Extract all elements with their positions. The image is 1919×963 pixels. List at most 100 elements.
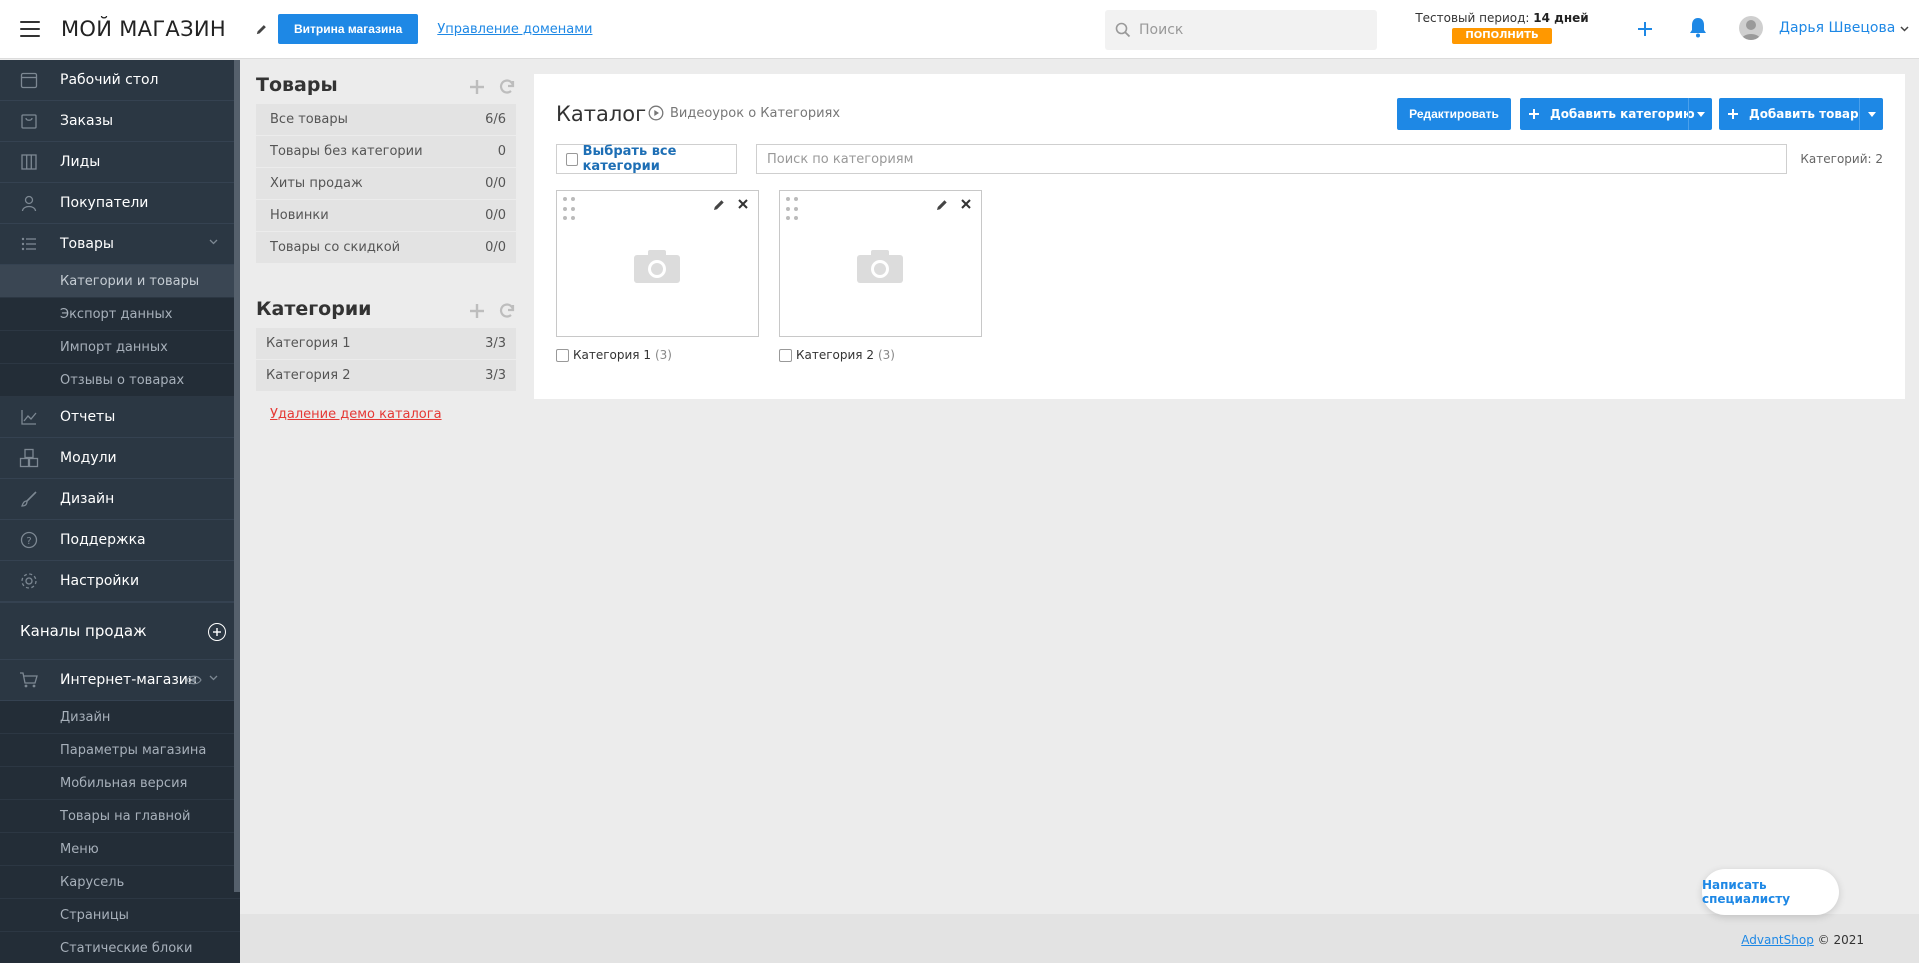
sidebar-item-products[interactable]: Товары xyxy=(0,224,240,265)
add-channel-icon[interactable] xyxy=(208,623,226,641)
add-product-dropdown[interactable] xyxy=(1859,98,1883,130)
sidebar-item-label: Модули xyxy=(60,450,117,466)
pencil-icon[interactable] xyxy=(712,198,726,212)
category-card[interactable] xyxy=(556,190,759,337)
add-icon[interactable] xyxy=(1634,18,1656,40)
advantshop-link[interactable]: AdvantShop xyxy=(1741,933,1814,947)
category-checkbox[interactable] xyxy=(556,348,569,362)
list-item[interactable]: Категория 2 3/3 xyxy=(256,360,516,392)
chevron-down-icon xyxy=(1900,26,1909,32)
sidebar-item-label: Товары xyxy=(60,236,114,252)
global-search[interactable] xyxy=(1105,10,1377,50)
contact-specialist-button[interactable]: Написать специалисту xyxy=(1702,869,1839,915)
products-submenu: Категории и товары Экспорт данных Импорт… xyxy=(0,265,240,397)
edit-button[interactable]: Редактировать xyxy=(1397,98,1511,130)
sidebar-subitem-store-params[interactable]: Параметры магазина xyxy=(0,734,240,767)
select-all-categories[interactable]: Выбрать все категории xyxy=(556,144,737,174)
storefront-button[interactable]: Витрина магазина xyxy=(277,14,419,44)
kanban-icon xyxy=(19,152,39,172)
video-tutorial-link[interactable]: Видеоурок о Категориях xyxy=(648,105,840,121)
close-icon[interactable] xyxy=(960,198,972,210)
user-name: Дарья Швецова xyxy=(1779,20,1896,36)
close-icon[interactable] xyxy=(737,198,749,210)
sidebar-subitem-menu[interactable]: Меню xyxy=(0,833,240,866)
topup-button[interactable]: ПОПОЛНИТЬ xyxy=(1452,28,1552,44)
catalog-panel: Каталог Видеоурок о Категориях Редактиро… xyxy=(534,74,1905,399)
category-card[interactable] xyxy=(779,190,982,337)
sidebar-subitem-static-blocks[interactable]: Статические блоки xyxy=(0,932,240,963)
sidebar-subitem-home-products[interactable]: Товары на главной xyxy=(0,800,240,833)
add-category-button[interactable]: Добавить категорию xyxy=(1520,98,1712,130)
domains-link[interactable]: Управление доменами xyxy=(437,22,592,37)
cubes-icon xyxy=(19,448,39,468)
sidebar-subitem-import[interactable]: Импорт данных xyxy=(0,331,240,364)
caret-down-icon xyxy=(1696,111,1705,117)
list-item-label: Все товары xyxy=(270,112,348,127)
categories-count: Категорий: 2 xyxy=(1800,152,1883,166)
sidebar: Рабочий стол Заказы Лиды Покупатели Това… xyxy=(0,60,240,963)
category-card-name[interactable]: Категория 1 xyxy=(573,348,651,362)
category-search-input[interactable] xyxy=(756,144,1787,174)
delete-demo-link[interactable]: Удаление демо каталога xyxy=(270,407,516,422)
chart-icon xyxy=(19,407,39,427)
sidebar-subitem-mobile[interactable]: Мобильная версия xyxy=(0,767,240,800)
sidebar-subitem-design[interactable]: Дизайн xyxy=(0,701,240,734)
cart-icon xyxy=(19,670,39,690)
list-item-count: 0/0 xyxy=(485,208,506,223)
sidebar-subitem-categories[interactable]: Категории и товары xyxy=(0,265,240,298)
sidebar-item-orders[interactable]: Заказы xyxy=(0,101,240,142)
sidebar-subitem-reviews[interactable]: Отзывы о товарах xyxy=(0,364,240,397)
list-item[interactable]: Товары без категории 0 xyxy=(256,136,516,168)
avatar[interactable] xyxy=(1739,16,1763,40)
edit-title-icon[interactable] xyxy=(255,22,269,36)
eye-icon[interactable] xyxy=(186,675,202,685)
footer: AdvantShop © 2021 xyxy=(240,914,1919,963)
list-item[interactable]: Товары со скидкой 0/0 xyxy=(256,232,516,264)
add-product-button[interactable]: Добавить товар xyxy=(1719,98,1883,130)
camera-icon xyxy=(857,250,903,283)
sidebar-subitem-export[interactable]: Экспорт данных xyxy=(0,298,240,331)
sidebar-item-settings[interactable]: Настройки xyxy=(0,561,240,602)
pencil-icon[interactable] xyxy=(935,198,949,212)
plus-icon[interactable] xyxy=(468,78,486,96)
plus-icon[interactable] xyxy=(468,302,486,320)
sidebar-item-design[interactable]: Дизайн xyxy=(0,479,240,520)
store-submenu: Дизайн Параметры магазина Мобильная верс… xyxy=(0,701,240,963)
left-panel: Товары Все товары 6/6 Товары без категори… xyxy=(256,74,516,422)
menu-icon[interactable] xyxy=(20,21,40,37)
sidebar-subitem-pages[interactable]: Страницы xyxy=(0,899,240,932)
category-card-name[interactable]: Категория 2 xyxy=(796,348,874,362)
sidebar-item-support[interactable]: ? Поддержка xyxy=(0,520,240,561)
sidebar-scrollbar[interactable] xyxy=(234,60,240,892)
select-all-checkbox[interactable] xyxy=(566,152,578,166)
sidebar-item-online-store[interactable]: Интернет-магазин xyxy=(0,660,240,701)
bag-icon xyxy=(19,111,39,131)
category-checkbox[interactable] xyxy=(779,348,792,362)
chevron-down-icon xyxy=(209,239,218,245)
refresh-icon[interactable] xyxy=(498,302,516,320)
sidebar-item-reports[interactable]: Отчеты xyxy=(0,397,240,438)
list-item[interactable]: Новинки 0/0 xyxy=(256,200,516,232)
category-card-caption: Категория 1 (3) xyxy=(556,348,672,362)
list-item[interactable]: Хиты продаж 0/0 xyxy=(256,168,516,200)
trial-days: 14 дней xyxy=(1533,11,1589,25)
sidebar-item-modules[interactable]: Модули xyxy=(0,438,240,479)
list-item-count: 0/0 xyxy=(485,240,506,255)
play-icon xyxy=(648,105,664,121)
user-menu[interactable]: Дарья Швецова xyxy=(1779,20,1909,36)
list-item[interactable]: Все товары 6/6 xyxy=(256,104,516,136)
sidebar-item-customers[interactable]: Покупатели xyxy=(0,183,240,224)
list-item[interactable]: Категория 1 3/3 xyxy=(256,328,516,360)
add-category-dropdown[interactable] xyxy=(1688,98,1712,130)
list-item-label: Товары со скидкой xyxy=(270,240,401,255)
search-input[interactable] xyxy=(1139,22,1369,38)
drag-handle-icon[interactable] xyxy=(563,197,575,223)
sidebar-item-dashboard[interactable]: Рабочий стол xyxy=(0,60,240,101)
sidebar-subitem-carousel[interactable]: Карусель xyxy=(0,866,240,899)
sidebar-item-leads[interactable]: Лиды xyxy=(0,142,240,183)
drag-handle-icon[interactable] xyxy=(786,197,798,223)
refresh-icon[interactable] xyxy=(498,78,516,96)
bell-icon[interactable] xyxy=(1688,16,1710,40)
categories-tree: Категория 1 3/3 Категория 2 3/3 xyxy=(256,328,516,392)
sidebar-item-label: Настройки xyxy=(60,573,140,589)
